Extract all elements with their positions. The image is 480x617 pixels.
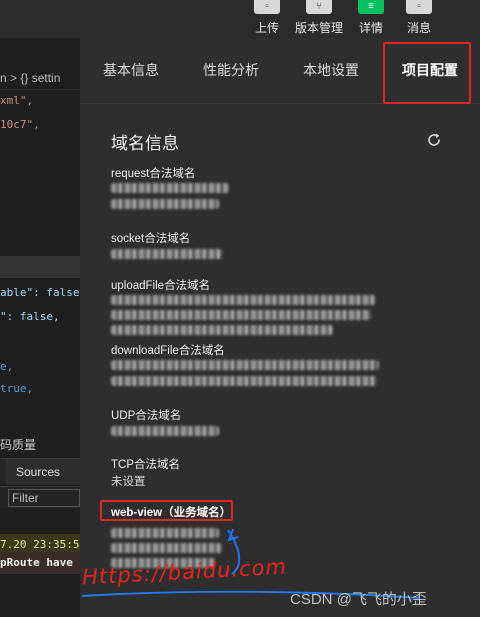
- editor-divider: [0, 256, 80, 278]
- watermark: CSDN @飞飞的小歪: [290, 591, 427, 608]
- redacted-domain: [111, 543, 223, 553]
- refresh-icon[interactable]: [426, 132, 442, 148]
- messages-button[interactable]: ▫ 消息: [394, 0, 444, 36]
- branch-icon: ⑂: [306, 0, 332, 14]
- code-line: xml",: [0, 94, 34, 107]
- udp-domain-label: UDP合法域名: [111, 410, 182, 422]
- code-line: e,: [0, 360, 14, 373]
- web-view-domain-label: web-view（业务域名）: [111, 507, 232, 519]
- redacted-domain: [111, 376, 377, 386]
- socket-domain-label: socket合法域名: [111, 233, 191, 245]
- devtools-tabbar: Sources: [0, 458, 80, 485]
- redacted-domain: [111, 310, 371, 320]
- project-settings-panel: 基本信息 性能分析 本地设置 项目配置 域名信息 request合法域名 soc…: [80, 38, 480, 617]
- filter-input[interactable]: Filter: [8, 489, 80, 507]
- tab-performance[interactable]: 性能分析: [203, 60, 259, 80]
- tab-sources[interactable]: Sources: [6, 459, 80, 485]
- messages-label: 消息: [406, 21, 431, 35]
- version-management-button[interactable]: ⑂ 版本管理: [294, 0, 344, 36]
- highlight-box-project-config: [383, 42, 471, 104]
- tcp-domain-label: TCP合法域名: [111, 459, 180, 471]
- code-quality-tab[interactable]: 码质量: [0, 436, 36, 453]
- tab-local-settings[interactable]: 本地设置: [303, 60, 359, 80]
- version-management-label: 版本管理: [294, 21, 343, 35]
- top-toolbar: ▫ 上传 ⑂ 版本管理 ≡ 详情 ▫ 消息: [0, 0, 480, 38]
- code-editor-strip: n > {} settin xml", 10c7", able": false,…: [0, 38, 80, 617]
- upload-icon: ▫: [254, 0, 280, 14]
- redacted-domain: [111, 249, 223, 259]
- request-domain-label: request合法域名: [111, 168, 196, 180]
- menu-icon: ≡: [358, 0, 384, 14]
- redacted-domain: [111, 295, 376, 305]
- code-line: able": false,: [0, 286, 80, 299]
- code-line: true,: [0, 382, 34, 395]
- redacted-domain: [111, 325, 333, 335]
- code-line: 10c7",: [0, 118, 40, 131]
- section-title: 域名信息: [111, 134, 179, 153]
- upload-label: 上传: [254, 21, 279, 35]
- redacted-domain: [111, 528, 219, 538]
- details-button[interactable]: ≡ 详情: [346, 0, 396, 36]
- details-label: 详情: [358, 21, 383, 35]
- redacted-domain: [111, 360, 379, 370]
- upload-button[interactable]: ▫ 上传: [242, 0, 292, 36]
- breadcrumb[interactable]: n > {} settin: [0, 66, 80, 90]
- filter-bar: Filter: [0, 486, 80, 508]
- redacted-domain: [111, 426, 219, 436]
- console-log-line: pRoute have: [0, 552, 80, 574]
- tab-basic-info[interactable]: 基本信息: [103, 60, 159, 80]
- upload-file-domain-label: uploadFile合法域名: [111, 280, 211, 292]
- redacted-domain: [111, 183, 229, 193]
- code-line: ": false,: [0, 310, 60, 323]
- bell-icon: ▫: [406, 0, 432, 14]
- download-file-domain-label: downloadFile合法域名: [111, 345, 225, 357]
- tcp-domain-value: 未设置: [111, 476, 146, 488]
- redacted-domain: [111, 199, 219, 209]
